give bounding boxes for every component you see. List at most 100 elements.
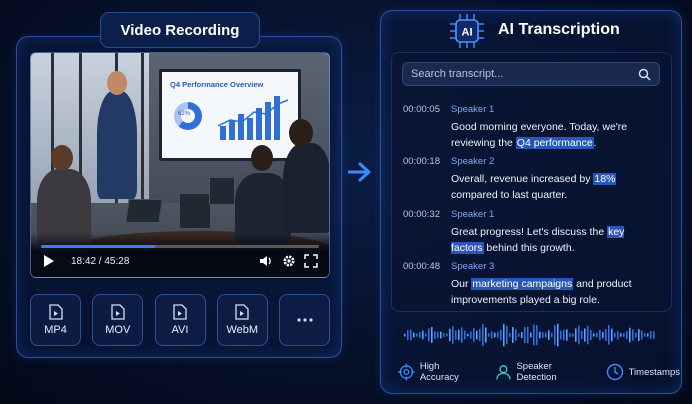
gear-icon[interactable] <box>282 254 296 268</box>
more-formats-button[interactable] <box>279 294 330 346</box>
feature-label: Speaker Detection <box>516 361 557 383</box>
waveform-bar <box>569 332 571 338</box>
presentation-screen: Q4 Performance Overview 62% <box>159 69 301 161</box>
clock-icon <box>606 363 623 381</box>
waveform-bar <box>572 333 574 337</box>
format-mp4-button[interactable]: MP4 <box>30 294 81 346</box>
waveform-bar <box>632 329 634 341</box>
waveform-bar <box>554 324 556 346</box>
waveform-bar <box>533 324 535 346</box>
donut-label: 62% <box>178 111 191 117</box>
arrow-right-icon <box>348 162 371 182</box>
waveform-bar <box>638 328 640 342</box>
waveform-bar <box>512 326 514 344</box>
waveform-bar <box>653 330 655 340</box>
waveform-bar <box>464 330 466 340</box>
format-label: MP4 <box>44 324 67 336</box>
keyword-highlight: 18% <box>593 173 617 185</box>
waveform-bar <box>551 332 553 338</box>
timestamp: 00:00:05 <box>403 104 440 115</box>
transcript-text: Great progress! Let's discuss the key fa… <box>451 226 625 254</box>
waveform-bar <box>641 330 643 340</box>
waveform-bar <box>509 332 511 338</box>
volume-icon[interactable] <box>259 254 273 268</box>
waveform-bar <box>560 330 562 340</box>
search-placeholder: Search transcript... <box>411 68 504 80</box>
format-webm-button[interactable]: WebM <box>216 294 268 346</box>
waveform-bar <box>431 326 433 344</box>
speaker-label: Speaker 3 <box>451 261 495 272</box>
waveform-bar <box>545 332 547 338</box>
ai-badge-label: AI <box>462 27 473 39</box>
waveform-bar <box>515 329 517 341</box>
waveform-bar <box>491 331 493 339</box>
format-avi-button[interactable]: AVI <box>154 294 206 346</box>
waveform-bar <box>446 333 448 337</box>
waveform-bar <box>614 332 616 338</box>
waveform-bar <box>476 330 478 340</box>
play-icon[interactable] <box>44 255 54 267</box>
waveform-bar <box>494 332 496 338</box>
waveform-bar <box>440 331 442 339</box>
waveform-bar <box>581 330 583 340</box>
waveform-bar <box>500 329 502 341</box>
waveform-bar <box>605 328 607 342</box>
feature-list: High Accuracy Speaker Detection Timestam… <box>392 356 680 388</box>
waveform-bar <box>644 333 646 337</box>
keyword-highlight: Q4 performance <box>515 137 594 149</box>
feature-high-accuracy: High Accuracy <box>398 361 477 383</box>
search-input[interactable]: Search transcript... <box>402 62 660 86</box>
waveform-bar <box>602 331 604 339</box>
waveform-bar <box>455 330 457 340</box>
video-player[interactable]: Q4 Performance Overview 62% 18:42 / 45:2… <box>30 52 330 278</box>
waveform-bar <box>575 328 577 342</box>
video-file-icon <box>48 304 63 320</box>
video-file-icon <box>111 304 125 320</box>
presenter-figure <box>97 91 137 199</box>
waveform-bar <box>461 327 463 343</box>
waveform-bar <box>527 326 529 344</box>
waveform-bar <box>557 323 559 347</box>
waveform-bar <box>548 329 550 341</box>
format-mov-button[interactable]: MOV <box>92 294 144 346</box>
waveform-bar <box>485 327 487 343</box>
waveform-bar <box>536 324 538 346</box>
waveform-bar <box>443 332 445 338</box>
waveform-bar <box>530 332 532 338</box>
waveform-bar <box>518 333 520 337</box>
transcript-text: Overall, revenue increased by 18% compar… <box>451 173 617 201</box>
waveform-bar <box>482 323 484 347</box>
user-icon <box>495 365 511 380</box>
laptop-icon <box>125 199 163 223</box>
screen-bar <box>220 126 226 140</box>
trend-line-icon <box>218 99 289 127</box>
waveform-bar <box>470 331 472 339</box>
format-label: WebM <box>226 324 259 336</box>
feature-speaker-detection: Speaker Detection <box>495 361 590 383</box>
target-icon <box>398 363 415 381</box>
format-label: AVI <box>171 324 189 336</box>
waveform-bar <box>578 325 580 345</box>
feature-timestamps: Timestamps <box>606 363 680 381</box>
waveform-bar <box>419 331 421 339</box>
fullscreen-icon[interactable] <box>304 254 318 268</box>
waveform-bar <box>587 325 589 345</box>
waveform-bar <box>422 330 424 340</box>
ai-chip-icon: AI <box>450 14 484 48</box>
waveform-bar <box>479 328 481 342</box>
video-recording-title: Video Recording <box>100 12 260 48</box>
screen-title: Q4 Performance Overview <box>170 80 264 89</box>
waveform-bar <box>467 333 469 337</box>
waveform-bar <box>404 333 406 337</box>
waveform-bar <box>584 328 586 342</box>
waveform-bar <box>428 328 430 342</box>
progress-bar[interactable] <box>41 245 319 248</box>
waveform-bar <box>452 325 454 345</box>
waveform-bar <box>437 331 439 339</box>
timecode: 18:42 / 45:28 <box>71 256 130 267</box>
search-icon[interactable] <box>638 68 651 81</box>
waveform-bar <box>497 331 499 339</box>
waveform-bar <box>563 329 565 341</box>
waveform-bar <box>449 328 451 342</box>
waveform-bar <box>410 329 412 341</box>
